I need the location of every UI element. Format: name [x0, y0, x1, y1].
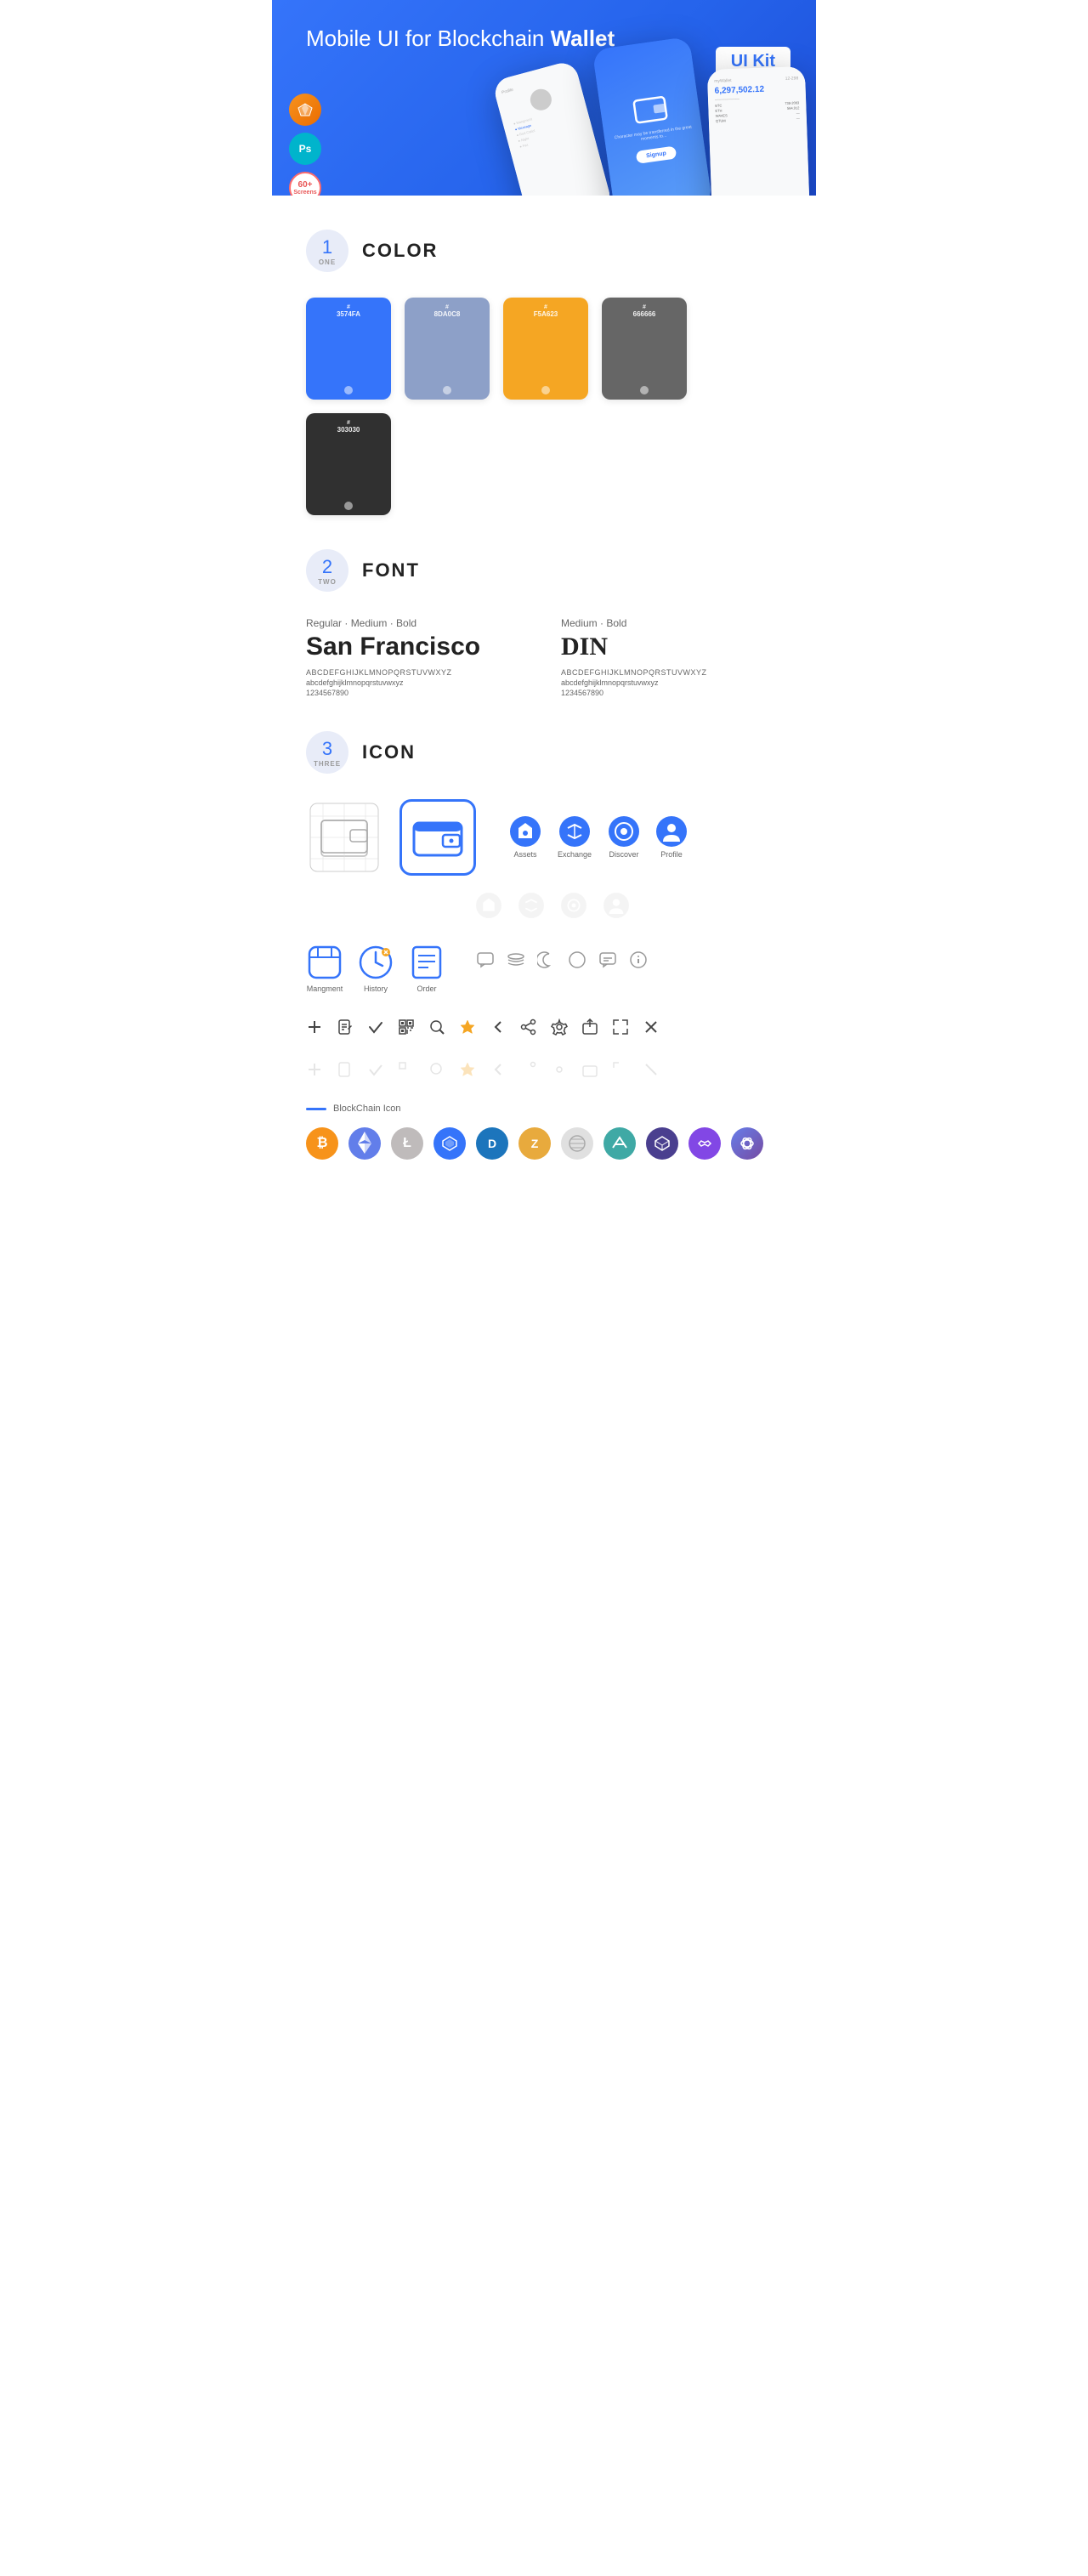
color-swatch-blue: # 3574FA: [306, 298, 391, 400]
exchange-icon: [559, 816, 590, 847]
bottom-spacer: [306, 1160, 782, 1194]
color-swatches: # 3574FA # 8DA0C8 #: [306, 298, 782, 515]
neo-icon: [434, 1127, 466, 1160]
font-sf: Regular · Medium · Bold San Francisco AB…: [306, 617, 527, 697]
icon-profile: Profile: [656, 816, 687, 859]
gem-icon: [646, 1127, 678, 1160]
screens-badge: 60+ Screens: [289, 172, 321, 196]
wallet-icon-hero: [631, 92, 668, 126]
ardor-icon: [604, 1127, 636, 1160]
color-section-header: 1 ONE COLOR: [306, 230, 782, 272]
wallet-svg-blue: [412, 816, 463, 859]
settings-icon: [551, 1018, 568, 1036]
star-icon-ghost: [459, 1061, 476, 1078]
grid-crypto-icon: [561, 1127, 593, 1160]
icon-section-number: 3 THREE: [306, 731, 348, 774]
phone-left: Profile ● Mangment ● Message ● Red Catio…: [491, 60, 613, 196]
icon-order: Order: [408, 944, 445, 993]
other-crypto-icon: [731, 1127, 763, 1160]
font-display: Regular · Medium · Bold San Francisco AB…: [306, 617, 782, 697]
discover-icon: [609, 816, 639, 847]
font-din: Medium · Bold DIN ABCDEFGHIJKLMNOPQRSTUV…: [561, 617, 782, 697]
font-section-number: 2 TWO: [306, 549, 348, 592]
blockchain-label: BlockChain Icon: [306, 1104, 782, 1114]
icon-wireframe-area: Assets Exchange Discover: [306, 799, 782, 876]
chat-icon: [476, 950, 495, 969]
close-icon: [643, 1018, 660, 1036]
moon-icon: [537, 950, 556, 969]
order-icon-svg: [408, 944, 445, 981]
star-icon-active: [459, 1018, 476, 1036]
tool-icons-ghost: [306, 1053, 782, 1087]
crypto-icons-row: ₿ Ł D Z: [306, 1127, 782, 1160]
blockchain-line: [306, 1108, 326, 1110]
icon-mangment: Mangment: [306, 944, 343, 993]
share-icon: [520, 1018, 537, 1036]
icon-discover: Discover: [609, 816, 639, 859]
color-swatch-dark: # 303030: [306, 413, 391, 515]
qr-icon: [398, 1018, 415, 1036]
photoshop-badge: Ps: [289, 133, 321, 165]
color-section-number: 1 ONE: [306, 230, 348, 272]
profile-icon: [656, 816, 687, 847]
resize-icon: [612, 1018, 629, 1036]
upload-icon: [581, 1018, 598, 1036]
app-nav-icons-row: Mangment History Order: [306, 944, 782, 993]
ethereum-icon: [348, 1127, 381, 1160]
tool-icons-active: [306, 1010, 782, 1044]
hero-section: Mobile UI for Blockchain Wallet UI Kit P…: [272, 0, 816, 196]
circle-icon: [568, 950, 586, 969]
assets-icon: [510, 816, 541, 847]
wallet-icon-blue: [400, 799, 476, 876]
check-icon: [367, 1018, 384, 1036]
wireframe-grid-icon: [306, 799, 382, 876]
doc-edit-icon: [337, 1018, 354, 1036]
nav-icons-ghost-row: [476, 893, 782, 918]
color-swatch-grey-blue: # 8DA0C8: [405, 298, 490, 400]
phone-mockups: Profile ● Mangment ● Message ● Red Catio…: [493, 43, 816, 196]
phone-right: myWallet12-298 6,297,502.12 ━━━━━━━━━━━━…: [707, 66, 810, 196]
bitcoin-icon: ₿: [306, 1127, 338, 1160]
icon-exchange: Exchange: [558, 816, 592, 859]
color-swatch-grey: # 666666: [602, 298, 687, 400]
litecoin-icon: Ł: [391, 1127, 423, 1160]
icon-section-header: 3 THREE ICON: [306, 731, 782, 774]
phone-center: Character may be transferred in the grea…: [592, 37, 713, 196]
icon-history: History: [357, 944, 394, 993]
polygon-icon: [688, 1127, 721, 1160]
sketch-badge: [289, 94, 321, 126]
hero-badges: Ps 60+ Screens: [289, 94, 321, 196]
dash-icon: D: [476, 1127, 508, 1160]
mangment-icon-svg: [306, 944, 343, 981]
zcash-icon: Z: [518, 1127, 551, 1160]
chevron-left-icon: [490, 1018, 507, 1036]
history-icon-svg: [357, 944, 394, 981]
icon-assets: Assets: [510, 816, 541, 859]
layers-icon: [507, 950, 525, 969]
utility-icons-row: [476, 950, 648, 969]
wireframe-grid-container: [306, 799, 382, 876]
main-content: 1 ONE COLOR # 3574FA # 8DA0C8: [272, 230, 816, 1194]
info-icon: [629, 950, 648, 969]
speech-icon: [598, 950, 617, 969]
plus-icon: [306, 1018, 323, 1036]
nav-icons-row: Assets Exchange Discover: [510, 816, 687, 859]
color-swatch-orange: # F5A623: [503, 298, 588, 400]
search-icon: [428, 1018, 445, 1036]
font-section-header: 2 TWO FONT: [306, 549, 782, 592]
